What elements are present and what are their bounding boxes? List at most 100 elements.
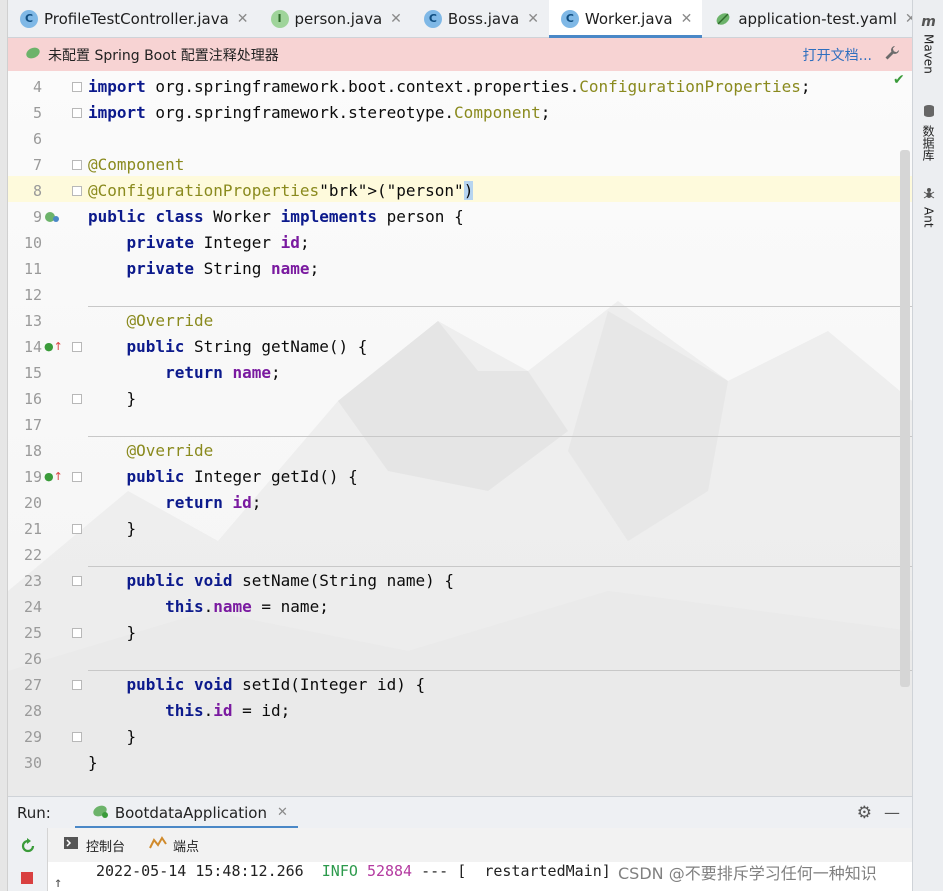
tab-person[interactable]: I person.java ✕ <box>259 0 412 37</box>
line-number-gutter[interactable]: 4 5 6 7 8 9 10 11 12 13 14 15 16 17 18 19 20 21 22 23 24 25 26… <box>8 71 88 796</box>
fold-marker-icon[interactable] <box>72 394 82 404</box>
ant-icon <box>922 186 936 203</box>
maven-tool-button[interactable]: m Maven <box>913 14 943 74</box>
line-number: 27 <box>23 676 42 694</box>
code-line[interactable]: } <box>88 620 912 646</box>
class-icon: C <box>423 9 442 28</box>
tab-profile-test-controller[interactable]: C ProfileTestController.java ✕ <box>8 0 259 37</box>
fold-marker-icon[interactable] <box>72 628 82 638</box>
method-separator <box>88 306 912 307</box>
ant-tool-button[interactable]: Ant <box>913 186 943 228</box>
interface-icon: I <box>270 9 289 28</box>
notification-banner: 未配置 Spring Boot 配置注释处理器 打开文档... <box>8 38 912 71</box>
line-number: 5 <box>32 104 42 122</box>
close-icon[interactable]: ✕ <box>681 11 693 27</box>
close-icon[interactable]: ✕ <box>527 11 539 27</box>
code-line[interactable] <box>88 126 912 152</box>
fold-marker-icon[interactable] <box>72 82 82 92</box>
run-config-tab[interactable]: BootdataApplication ✕ <box>74 797 298 829</box>
code-line[interactable]: this.name = name; <box>88 594 912 620</box>
override-gutter-icon[interactable]: ●↑ <box>44 464 63 490</box>
code-line[interactable] <box>88 646 912 672</box>
code-line[interactable]: @ConfigurationProperties"brk">("person") <box>88 178 912 204</box>
rerun-icon[interactable] <box>19 837 37 859</box>
line-number: 6 <box>32 130 42 148</box>
code-line[interactable]: public void setName(String name) { <box>88 568 912 594</box>
fold-marker-icon[interactable] <box>72 186 82 196</box>
code-line[interactable]: import org.springframework.stereotype.Co… <box>88 100 912 126</box>
arrow-up-icon[interactable]: ↑ <box>54 874 62 891</box>
tab-endpoints[interactable]: 端点 <box>149 836 199 855</box>
fold-marker-icon[interactable] <box>72 160 82 170</box>
maven-icon: m <box>921 14 936 30</box>
database-label: 数据库 <box>921 125 935 161</box>
log-date: 2022-05-14 15:48:12.266 <box>96 862 304 880</box>
tab-label: ProfileTestController.java <box>44 9 229 28</box>
tab-boss[interactable]: C Boss.java ✕ <box>412 0 549 37</box>
run-panel-header: Run: BootdataApplication ✕ ⚙ — <box>8 796 912 829</box>
code-line[interactable]: } <box>88 750 912 776</box>
code-line[interactable]: public String getName() { <box>88 334 912 360</box>
tab-worker[interactable]: C Worker.java ✕ <box>548 0 703 38</box>
fold-marker-icon[interactable] <box>72 576 82 586</box>
code-line[interactable]: private Integer id; <box>88 230 912 256</box>
stop-icon[interactable] <box>21 872 33 884</box>
right-tool-strip: m Maven 数据库 Ant <box>912 0 943 891</box>
fold-marker-icon[interactable] <box>72 342 82 352</box>
code-line[interactable] <box>88 282 912 308</box>
run-subtoolbar: 控制台 端点 <box>8 828 912 862</box>
line-number: 20 <box>23 494 42 512</box>
code-line[interactable]: public Integer getId() { <box>88 464 912 490</box>
ant-label: Ant <box>921 207 936 228</box>
code-line[interactable]: } <box>88 516 912 542</box>
code-line[interactable] <box>88 542 912 568</box>
run-side-toolbar <box>8 828 48 891</box>
code-line[interactable]: @Override <box>88 438 912 464</box>
method-separator <box>88 436 912 437</box>
code-line[interactable]: public class Worker implements person { <box>88 204 912 230</box>
code-editor[interactable]: 4 5 6 7 8 9 10 11 12 13 14 15 16 17 18 19 20 21 22 23 24 25 26… <box>8 71 912 796</box>
scrollbar-thumb[interactable] <box>900 150 910 687</box>
fold-marker-icon[interactable] <box>72 472 82 482</box>
fold-marker-icon[interactable] <box>72 680 82 690</box>
run-config-label: BootdataApplication <box>114 803 267 822</box>
method-separator <box>88 670 912 671</box>
open-docs-link[interactable]: 打开文档... <box>803 45 872 65</box>
close-icon[interactable]: ✕ <box>237 11 249 27</box>
code-line[interactable]: } <box>88 386 912 412</box>
code-area[interactable]: import org.springframework.boot.context.… <box>88 71 912 796</box>
gear-icon[interactable]: ⚙ <box>857 803 872 823</box>
code-line[interactable]: private String name; <box>88 256 912 282</box>
fold-marker-icon[interactable] <box>72 732 82 742</box>
line-number: 12 <box>23 286 42 304</box>
line-number: 30 <box>23 754 42 772</box>
tab-label: Worker.java <box>584 9 673 28</box>
banner-message: 未配置 Spring Boot 配置注释处理器 <box>48 47 279 64</box>
code-line[interactable]: import org.springframework.boot.context.… <box>88 74 912 100</box>
line-number: 29 <box>23 728 42 746</box>
code-line[interactable]: } <box>88 724 912 750</box>
override-gutter-icon[interactable]: ●↑ <box>44 334 63 360</box>
tab-console[interactable]: 控制台 <box>64 836 125 855</box>
fold-marker-icon[interactable] <box>72 524 82 534</box>
close-icon[interactable]: ✕ <box>390 11 402 27</box>
database-tool-button[interactable]: 数据库 <box>913 104 943 161</box>
left-tool-strip[interactable] <box>0 0 8 891</box>
editor-tab-bar: C ProfileTestController.java ✕ I person.… <box>8 0 940 38</box>
close-icon[interactable]: ✕ <box>277 805 288 820</box>
ide-window: C ProfileTestController.java ✕ I person.… <box>0 0 943 891</box>
code-line[interactable]: return name; <box>88 360 912 386</box>
code-line[interactable]: public void setId(Integer id) { <box>88 672 912 698</box>
wrench-icon[interactable] <box>884 45 900 65</box>
code-line[interactable] <box>88 412 912 438</box>
code-line[interactable]: this.id = id; <box>88 698 912 724</box>
code-line[interactable]: @Override <box>88 308 912 334</box>
implementation-gutter-icon[interactable] <box>44 204 60 235</box>
spring-leaf-icon <box>91 803 109 823</box>
tab-application-test-yaml[interactable]: application-test.yaml ✕ <box>702 0 926 37</box>
minimize-icon[interactable]: — <box>884 803 900 822</box>
code-line[interactable]: return id; <box>88 490 912 516</box>
code-line[interactable]: @Component <box>88 152 912 178</box>
fold-marker-icon[interactable] <box>72 108 82 118</box>
line-number: 14 <box>23 338 42 356</box>
